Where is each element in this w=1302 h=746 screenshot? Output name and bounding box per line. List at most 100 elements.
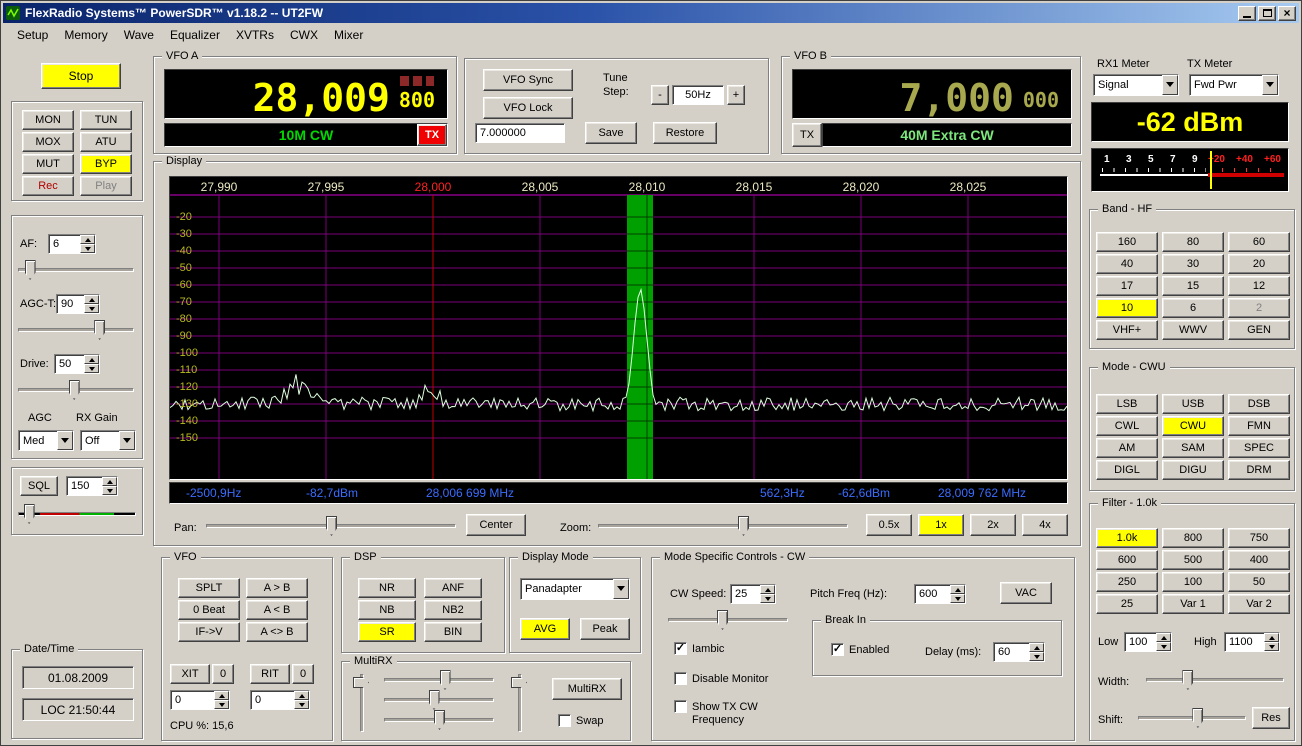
multirx-right-slider[interactable] xyxy=(510,674,530,732)
band-button-12[interactable]: 12 xyxy=(1228,276,1290,296)
band-button-160[interactable]: 160 xyxy=(1096,232,1158,252)
filter-button-50[interactable]: 50 xyxy=(1228,572,1290,592)
spinner-down-icon[interactable] xyxy=(84,364,99,373)
multirx-gain-slider-3[interactable] xyxy=(384,710,494,730)
spinner-down-icon[interactable] xyxy=(1264,642,1279,651)
split-button[interactable]: SPLT xyxy=(178,578,240,598)
save-button[interactable]: Save xyxy=(585,122,637,144)
xit-clear-button[interactable]: 0 xyxy=(212,664,234,684)
af-slider[interactable] xyxy=(18,260,134,280)
spinner-down-icon[interactable] xyxy=(1029,652,1044,661)
spinner-down-icon[interactable] xyxy=(214,700,229,709)
spinner-down-icon[interactable] xyxy=(760,594,775,603)
band-button-vhf[interactable]: VHF+ xyxy=(1096,320,1158,340)
menu-mixer[interactable]: Mixer xyxy=(326,25,371,45)
spinner-down-icon[interactable] xyxy=(80,244,95,253)
slider-thumb[interactable] xyxy=(738,516,749,536)
dropdown-arrow-icon[interactable] xyxy=(613,579,629,599)
band-button-wwv[interactable]: WWV xyxy=(1162,320,1224,340)
mode-button-fmn[interactable]: FMN xyxy=(1228,416,1290,436)
filter-button-1k[interactable]: 1.0k xyxy=(1096,528,1158,548)
agct-spinner[interactable]: 90 xyxy=(56,294,100,314)
dropdown-arrow-icon[interactable] xyxy=(1262,75,1278,95)
zoom-2x-button[interactable]: 2x xyxy=(970,514,1016,536)
af-spinner-arrows[interactable] xyxy=(80,235,95,253)
xit-button[interactable]: XIT xyxy=(170,664,210,684)
slider-thumb[interactable] xyxy=(69,380,80,400)
drive-slider[interactable] xyxy=(18,380,134,400)
filter-high-arrows[interactable] xyxy=(1264,633,1279,651)
filter-high-spinner[interactable]: 1100 xyxy=(1224,632,1280,652)
slider-thumb[interactable] xyxy=(24,504,35,524)
slider-thumb[interactable] xyxy=(1182,670,1193,690)
spinner-up-icon[interactable] xyxy=(84,355,99,364)
delay-spinner-arrows[interactable] xyxy=(1029,643,1044,661)
vfo-sync-button[interactable]: VFO Sync xyxy=(483,69,573,91)
xit-spinner[interactable]: 0 xyxy=(170,690,230,710)
vfoa-frequency-display[interactable]: 28,009 800 xyxy=(164,69,448,119)
filter-button-800[interactable]: 800 xyxy=(1162,528,1224,548)
slider-thumb[interactable] xyxy=(1192,708,1203,728)
agc-select[interactable]: Med xyxy=(18,430,74,451)
swap-checkbox[interactable] xyxy=(558,714,571,727)
close-button[interactable]: × xyxy=(1278,6,1296,21)
tun-button[interactable]: TUN xyxy=(80,110,132,130)
multirx-left-slider[interactable] xyxy=(352,674,372,732)
af-spinner[interactable]: 6 xyxy=(48,234,96,254)
cw-speed-spinner-arrows[interactable] xyxy=(760,585,775,603)
byp-button[interactable]: BYP xyxy=(80,154,132,174)
spinner-up-icon[interactable] xyxy=(950,585,965,594)
slider-thumb[interactable] xyxy=(94,320,105,340)
vfob-tx-button[interactable]: TX xyxy=(792,123,822,147)
dropdown-arrow-icon[interactable] xyxy=(1162,75,1178,95)
agct-spinner-arrows[interactable] xyxy=(84,295,99,313)
title-bar[interactable]: FlexRadio Systems™ PowerSDR™ v1.18.2 -- … xyxy=(3,3,1299,23)
memory-frequency-input[interactable]: 7.000000 xyxy=(475,123,565,143)
tx-meter-select[interactable]: Fwd Pwr xyxy=(1189,74,1279,96)
spinner-up-icon[interactable] xyxy=(80,235,95,244)
multirx-gain-slider-2[interactable] xyxy=(384,690,494,710)
minimize-button[interactable] xyxy=(1238,6,1256,21)
bin-button[interactable]: BIN xyxy=(424,622,482,642)
show-tx-frequency-checkbox[interactable] xyxy=(674,700,687,713)
filter-button-750[interactable]: 750 xyxy=(1228,528,1290,548)
zoom-05x-button[interactable]: 0.5x xyxy=(866,514,912,536)
maximize-button[interactable] xyxy=(1258,6,1276,21)
band-button-10[interactable]: 10 xyxy=(1096,298,1158,318)
rit-spinner-arrows[interactable] xyxy=(294,691,309,709)
spinner-down-icon[interactable] xyxy=(102,486,117,495)
zoom-1x-button[interactable]: 1x xyxy=(918,514,964,536)
mode-button-am[interactable]: AM xyxy=(1096,438,1158,458)
tune-step-minus-button[interactable]: - xyxy=(651,85,669,105)
pitch-freq-spinner[interactable]: 600 xyxy=(914,584,966,604)
spinner-up-icon[interactable] xyxy=(1156,633,1171,642)
atu-button[interactable]: ATU xyxy=(80,132,132,152)
drive-spinner[interactable]: 50 xyxy=(54,354,100,374)
mox-button[interactable]: MOX xyxy=(22,132,74,152)
nb-button[interactable]: NB xyxy=(358,600,416,620)
filter-button-400[interactable]: 400 xyxy=(1228,550,1290,570)
mode-button-drm[interactable]: DRM xyxy=(1228,460,1290,480)
peak-button[interactable]: Peak xyxy=(580,618,630,640)
b-to-a-button[interactable]: A < B xyxy=(246,600,308,620)
mode-button-digl[interactable]: DIGL xyxy=(1096,460,1158,480)
restore-button[interactable]: Restore xyxy=(653,122,717,144)
xit-spinner-arrows[interactable] xyxy=(214,691,229,709)
sql-button[interactable]: SQL xyxy=(20,476,58,496)
sr-button[interactable]: SR xyxy=(358,622,416,642)
app-icon[interactable] xyxy=(6,6,20,20)
band-button-17[interactable]: 17 xyxy=(1096,276,1158,296)
rx1-meter-select[interactable]: Signal xyxy=(1093,74,1179,96)
mode-button-cwl[interactable]: CWL xyxy=(1096,416,1158,436)
spinner-up-icon[interactable] xyxy=(1029,643,1044,652)
dropdown-arrow-icon[interactable] xyxy=(119,431,135,450)
mode-button-lsb[interactable]: LSB xyxy=(1096,394,1158,414)
spinner-up-icon[interactable] xyxy=(1264,633,1279,642)
vfob-frequency-display[interactable]: 7,000 000 xyxy=(792,69,1072,119)
if-to-vfo-button[interactable]: IF->V xyxy=(178,622,240,642)
nb2-button[interactable]: NB2 xyxy=(424,600,482,620)
band-button-gen[interactable]: GEN xyxy=(1228,320,1290,340)
sql-spinner[interactable]: 150 xyxy=(66,476,118,496)
filter-button-600[interactable]: 600 xyxy=(1096,550,1158,570)
filter-button-500[interactable]: 500 xyxy=(1162,550,1224,570)
